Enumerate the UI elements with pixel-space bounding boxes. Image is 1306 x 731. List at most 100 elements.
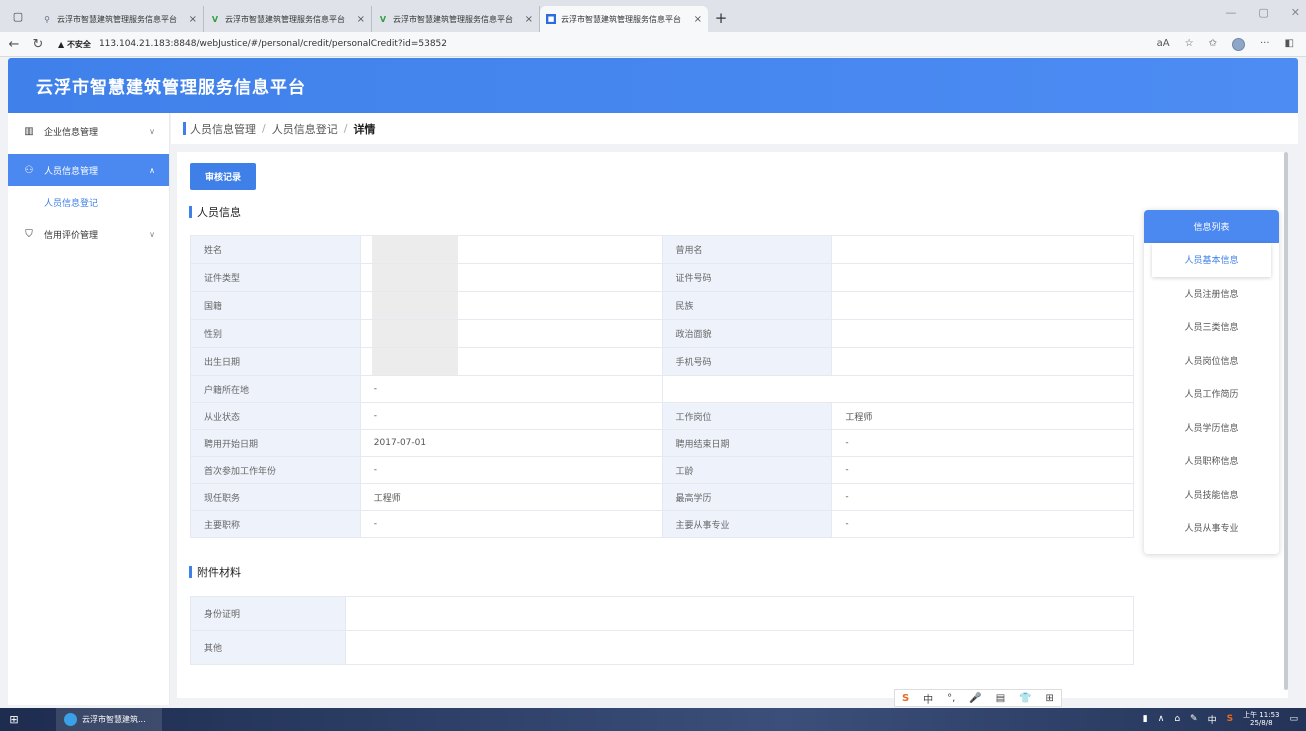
- microphone-icon[interactable]: 🎤: [969, 693, 981, 704]
- taskbar-app-label: 云浮市智慧建筑...: [82, 715, 146, 724]
- attachment-section-title: 附件材料: [189, 564, 241, 580]
- info-list-item[interactable]: 人员三类信息: [1144, 310, 1279, 344]
- table-row: 户籍所在地 -: [190, 375, 1135, 403]
- field-value: -: [359, 402, 663, 430]
- field-label: 工作岗位: [661, 402, 833, 430]
- address-bar: ← ↻ ▲ 不安全 113.104.21.183:8848/webJustice…: [0, 32, 1306, 57]
- field-value: [831, 347, 1134, 376]
- chevron-up-icon: ∧: [149, 165, 155, 175]
- breadcrumb-current: 详情: [353, 122, 376, 136]
- field-label: 工龄: [661, 456, 833, 484]
- field-label: 性别: [190, 319, 361, 348]
- field-label: 主要从事专业: [661, 510, 833, 538]
- redacted-value: [371, 348, 458, 375]
- input-icon[interactable]: ✎: [1190, 714, 1198, 724]
- close-icon[interactable]: ×: [189, 14, 197, 25]
- table-row: 主要职称 - 主要从事专业 -: [190, 510, 1134, 538]
- field-value: -: [359, 510, 663, 538]
- close-icon[interactable]: ×: [525, 14, 533, 25]
- favorites-icon[interactable]: ✩: [1209, 38, 1217, 51]
- field-value-text: -: [373, 384, 378, 394]
- breadcrumb-level1[interactable]: 人员信息管理: [190, 121, 256, 137]
- back-icon[interactable]: ←: [4, 37, 24, 52]
- favorite-star-icon[interactable]: ☆: [1185, 38, 1194, 51]
- ime-mode[interactable]: 中: [923, 691, 933, 706]
- url-field[interactable]: ▲ 不安全 113.104.21.183:8848/webJustice/#/p…: [58, 34, 1157, 54]
- field-label: 现任职务: [190, 483, 361, 511]
- close-window-icon[interactable]: ✕: [1291, 6, 1300, 19]
- minimize-icon[interactable]: —: [1225, 6, 1236, 19]
- notification-icon[interactable]: ▭: [1289, 714, 1298, 724]
- skin-icon[interactable]: 👕: [1019, 693, 1031, 704]
- info-list-item[interactable]: 人员注册信息: [1144, 277, 1279, 311]
- window-controls: — ▢ ✕: [1225, 6, 1300, 19]
- attachment-label: 身份证明: [190, 596, 346, 631]
- info-list-item[interactable]: 人员岗位信息: [1144, 344, 1279, 378]
- info-list-item[interactable]: 人员基本信息: [1152, 243, 1271, 277]
- info-list-item[interactable]: 人员学历信息: [1144, 411, 1279, 445]
- sidebar-toggle-icon[interactable]: ◧: [1285, 38, 1294, 51]
- sidebar-item-label: 人员信息登记: [44, 198, 99, 209]
- table-row: 首次参加工作年份 - 工龄 -: [190, 456, 1134, 484]
- audit-records-button[interactable]: 审核记录: [190, 163, 256, 190]
- profile-avatar[interactable]: [1232, 37, 1245, 51]
- read-aloud-icon[interactable]: aA: [1157, 38, 1170, 51]
- field-label: 最高学历: [661, 483, 833, 511]
- table-row: 证件类型 证件号码: [190, 263, 1134, 292]
- ime-punctuation[interactable]: °,: [947, 693, 955, 704]
- sidebar-subitem-personnel-register[interactable]: 人员信息登记: [8, 186, 169, 218]
- keyboard-icon[interactable]: ▤: [996, 693, 1005, 704]
- search-icon: ⚲: [44, 14, 50, 24]
- field-value: [359, 235, 663, 264]
- tab-actions-icon[interactable]: ▢: [0, 10, 36, 23]
- sidebar-item-label: 信用评价管理: [44, 230, 99, 241]
- browser-tab-2[interactable]: V 云浮市智慧建筑管理服务信息平台 ×: [204, 6, 372, 32]
- scrollbar-thumb[interactable]: [1284, 152, 1288, 690]
- start-icon[interactable]: ⊞: [0, 713, 28, 726]
- browser-tab-1[interactable]: ⚲ 云浮市智慧建筑管理服务信息平台 ×: [36, 6, 204, 32]
- field-label: 主要职称: [190, 510, 361, 538]
- maximize-icon[interactable]: ▢: [1258, 6, 1268, 19]
- url-text[interactable]: 113.104.21.183:8848/webJustice/#/persona…: [99, 39, 447, 49]
- person-info-table: 姓名 曾用名 证件类型 证件号码 国籍 民族 性别 政治面貌 出生日期 手机号码 户籍所在地 - 从业状…: [190, 235, 1135, 538]
- close-icon[interactable]: ×: [694, 14, 702, 25]
- field-label: 从业状态: [190, 402, 361, 430]
- info-list-item[interactable]: 人员职称信息: [1144, 444, 1279, 478]
- field-label: 国籍: [190, 291, 361, 320]
- browser-tab-3[interactable]: V 云浮市智慧建筑管理服务信息平台 ×: [372, 6, 540, 32]
- sogou-icon[interactable]: S: [902, 693, 909, 704]
- blue-app-icon: ■: [546, 14, 556, 24]
- field-label: 聘用开始日期: [190, 429, 361, 457]
- sidebar-item-credit[interactable]: ⛉ 信用评价管理 ∨: [8, 218, 169, 250]
- redacted-value: [371, 264, 458, 291]
- scrollbar[interactable]: [1283, 152, 1289, 698]
- battery-icon[interactable]: ▮: [1143, 714, 1148, 724]
- field-value: [831, 263, 1134, 292]
- field-value: -: [831, 429, 1134, 457]
- toolbox-icon[interactable]: ⊞: [1046, 693, 1054, 704]
- sidebar-item-personnel[interactable]: ⚇ 人员信息管理 ∧: [8, 154, 169, 186]
- info-list-item[interactable]: 人员工作简历: [1144, 377, 1279, 411]
- tab-title: 云浮市智慧建筑管理服务信息平台: [393, 14, 513, 24]
- clock[interactable]: 上午 11:53 25/8/8: [1243, 711, 1279, 727]
- sogou-tray-icon[interactable]: S: [1227, 714, 1233, 724]
- sidebar-item-enterprise[interactable]: ▥ 企业信息管理 ∨: [8, 115, 169, 147]
- field-value-text: -: [845, 438, 849, 448]
- section-marker: [189, 566, 192, 578]
- chevron-up-icon[interactable]: ∧: [1158, 714, 1165, 724]
- browser-tab-4-active[interactable]: ■ 云浮市智慧建筑管理服务信息平台 ×: [540, 6, 708, 32]
- ime-indicator[interactable]: 中: [1208, 713, 1217, 726]
- close-icon[interactable]: ×: [357, 14, 365, 25]
- info-list-item[interactable]: 人员从事专业: [1144, 511, 1279, 545]
- field-value-text: -: [373, 411, 378, 421]
- table-row: 从业状态 - 工作岗位 工程师: [190, 402, 1134, 430]
- security-warning[interactable]: ▲ 不安全: [58, 39, 91, 50]
- new-tab-button[interactable]: +: [708, 9, 734, 27]
- info-list-item[interactable]: 人员技能信息: [1144, 478, 1279, 512]
- taskbar-app-browser[interactable]: 云浮市智慧建筑...: [56, 708, 162, 731]
- attachment-table: 身份证明 其他: [190, 596, 1134, 665]
- refresh-icon[interactable]: ↻: [28, 37, 48, 52]
- breadcrumb-level2[interactable]: 人员信息登记: [272, 121, 338, 137]
- network-icon[interactable]: ⌂: [1174, 714, 1180, 724]
- more-icon[interactable]: ···: [1260, 38, 1270, 51]
